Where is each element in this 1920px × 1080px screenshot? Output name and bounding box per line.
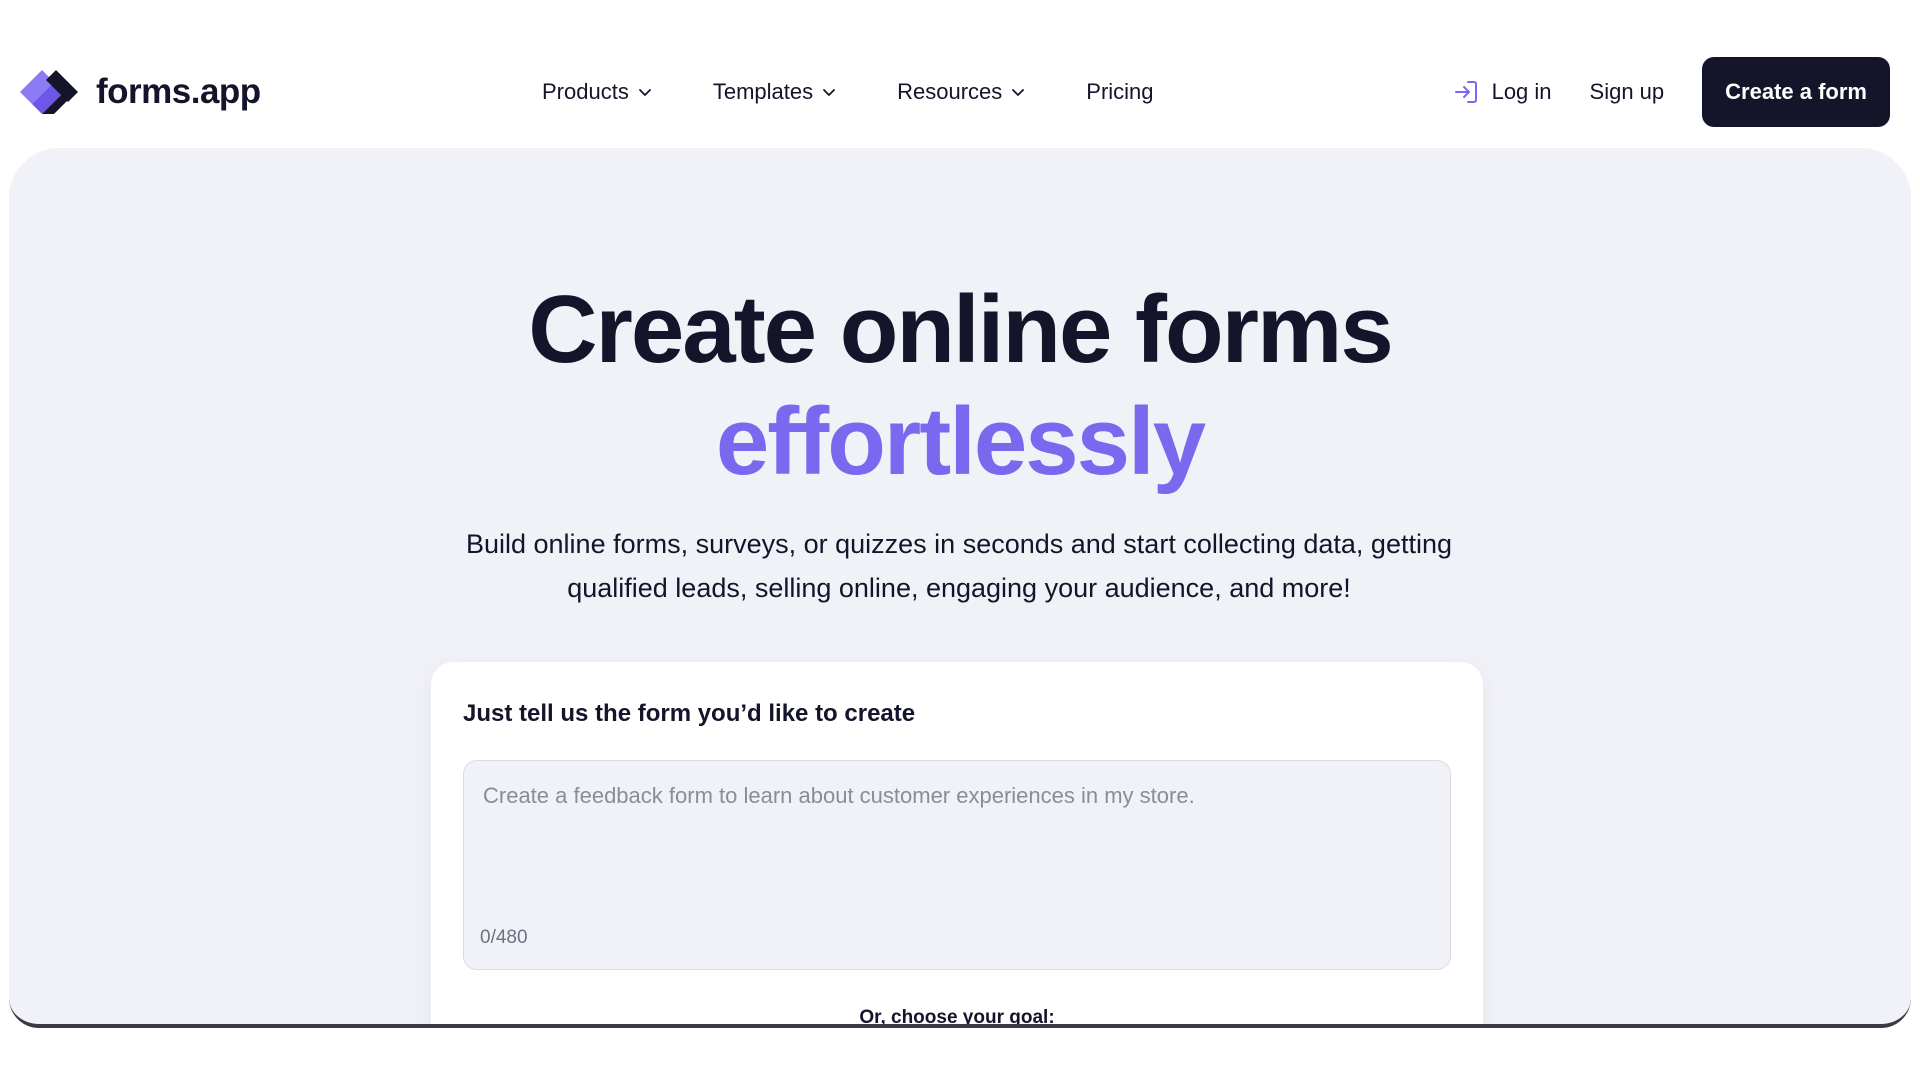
site-header: forms.app Products Templates Resources P… (0, 0, 1920, 148)
nav-item-label: Pricing (1086, 79, 1154, 104)
signup-link[interactable]: Sign up (1590, 79, 1665, 105)
chevron-down-icon (823, 89, 836, 96)
main-nav: Products Templates Resources Pricing (542, 64, 1214, 120)
hero-subtitle: Build online forms, surveys, or quizzes … (465, 529, 1452, 603)
forms-app-logo-icon (20, 70, 78, 114)
hero-title: Create online forms (528, 276, 1394, 383)
login-link[interactable]: Log in (1452, 78, 1552, 106)
create-form-button[interactable]: Create a form (1702, 57, 1890, 127)
login-arrow-icon (1454, 81, 1477, 103)
nav-item-label: Resources (897, 79, 1003, 104)
nav-item-label: Templates (712, 79, 814, 104)
prompt-box: 0/480 (463, 760, 1451, 970)
hero-section: Create online forms effortlessly Build o… (9, 148, 1911, 1028)
nav-item-label: Products (542, 79, 629, 104)
hero-title-accent: effortlessly (715, 388, 1206, 495)
ai-form-card: Just tell us the form you’d like to crea… (431, 662, 1483, 1028)
form-prompt-input[interactable] (464, 761, 1450, 921)
ai-card-title: Just tell us the form you’d like to crea… (463, 700, 916, 727)
header-actions: Log in Sign up Create a form (1452, 57, 1890, 127)
logo-text: forms.app (96, 72, 261, 111)
chevron-down-icon (638, 89, 651, 96)
nav-item-pricing[interactable]: Pricing (1086, 79, 1153, 105)
nav-item-products[interactable]: Products (542, 79, 653, 105)
goal-label: Or, choose your goal: (859, 1007, 1055, 1028)
chevron-down-icon (1012, 89, 1025, 96)
nav-item-resources[interactable]: Resources (897, 79, 1026, 105)
nav-item-templates[interactable]: Templates (713, 79, 837, 105)
logo-link[interactable]: forms.app (20, 64, 261, 120)
char-counter: 0/480 (480, 927, 528, 948)
login-label: Log in (1491, 79, 1552, 104)
